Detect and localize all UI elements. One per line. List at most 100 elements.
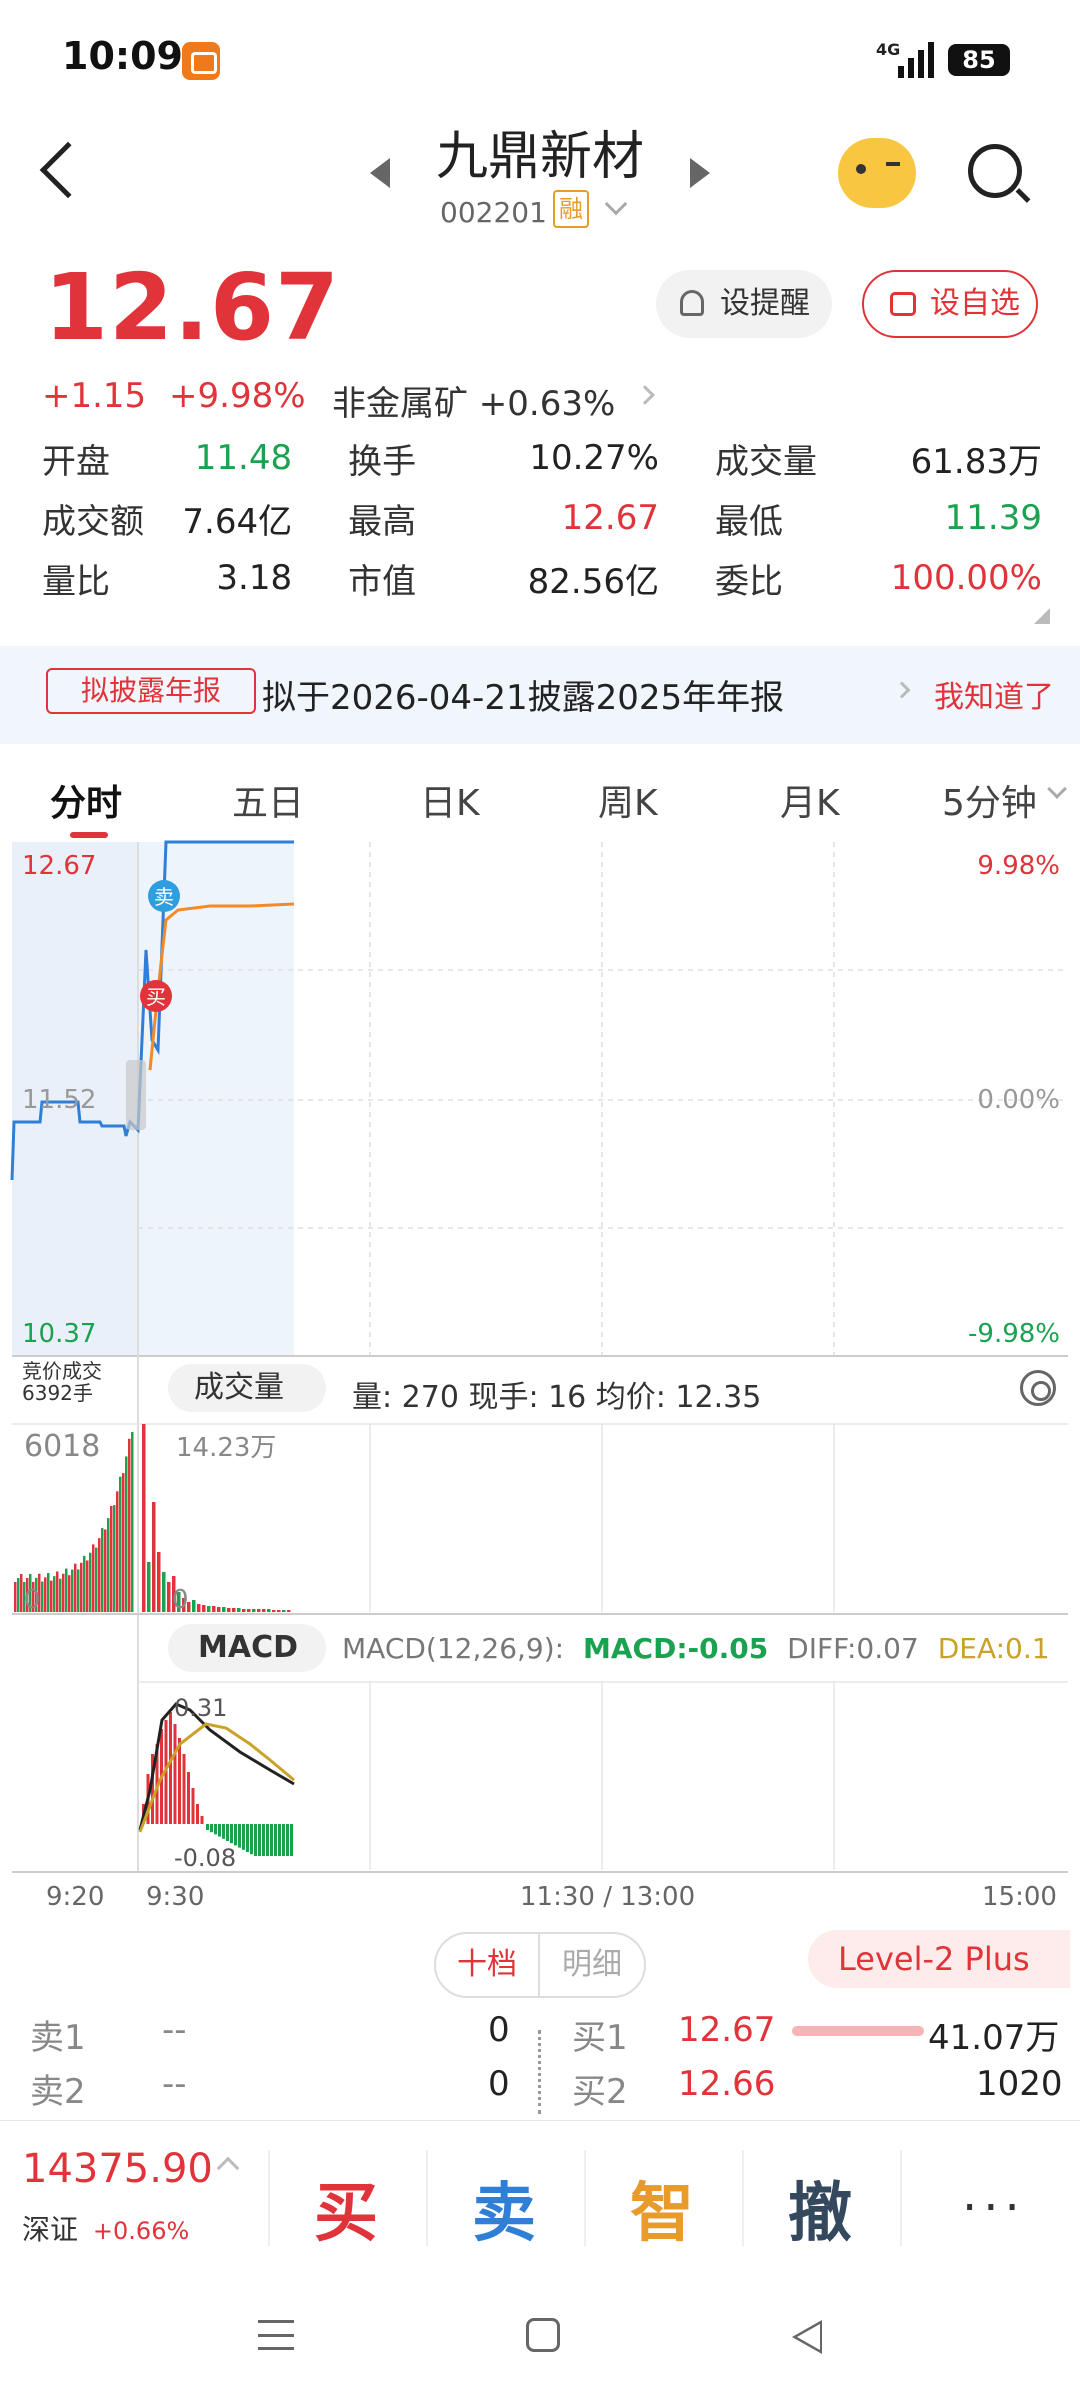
ask2-price: --	[162, 2064, 187, 2104]
auction-label: 竞价成交	[22, 1359, 102, 1383]
stat-value: 61.83万	[910, 441, 1042, 482]
tab-weekly-k[interactable]: 周K	[598, 774, 658, 826]
trade-separator	[268, 2150, 270, 2246]
margin-badge: 融	[553, 190, 589, 228]
notice-dismiss-button[interactable]: 我知道了	[934, 672, 1054, 716]
menu-icon[interactable]	[258, 2320, 294, 2350]
volume-bar	[101, 1528, 104, 1612]
smart-button[interactable]: 智	[630, 2162, 694, 2254]
volume-bar	[237, 1608, 241, 1612]
tab-daily-k[interactable]: 日K	[420, 774, 480, 826]
volume-bar	[95, 1547, 98, 1612]
volume-bar	[212, 1606, 216, 1612]
current-price: 12.67	[44, 254, 341, 361]
back-icon[interactable]	[792, 2320, 822, 2354]
home-icon[interactable]	[526, 2318, 560, 2352]
volume-bar	[157, 1552, 161, 1612]
mascot-icon[interactable]	[838, 138, 916, 208]
volume-bar	[272, 1610, 276, 1612]
pct-axis-mid: 0.00%	[977, 1085, 1060, 1115]
volume-bar	[62, 1573, 65, 1612]
volume-bar	[125, 1456, 128, 1612]
volume-bar	[77, 1569, 80, 1612]
volume-info: 量: 270 现手: 16 均价: 12.35	[352, 1380, 762, 1415]
stat-value: 11.48	[194, 438, 293, 478]
volume-bar	[14, 1582, 17, 1612]
level2-label: Level-2 Plus	[838, 1940, 1030, 1978]
drag-handle[interactable]	[126, 1060, 146, 1130]
macd-bar	[254, 1824, 257, 1856]
tab-ten-levels[interactable]: 十档	[436, 1934, 540, 1996]
tab-monthly-k[interactable]: 月K	[780, 774, 840, 826]
volume-bar	[113, 1505, 116, 1612]
macd-bar	[178, 1738, 181, 1824]
price-axis-mid: 11.52	[22, 1085, 96, 1115]
stat-value: 100.00%	[890, 558, 1042, 598]
set-alert-button[interactable]: 设提醒	[656, 270, 832, 338]
level2-plus-button[interactable]: Level-2 Plus	[808, 1930, 1070, 1988]
prev-stock-icon[interactable]	[370, 158, 390, 188]
volume-bar	[282, 1610, 286, 1612]
volume-bar	[68, 1575, 71, 1612]
volume-bar	[107, 1518, 110, 1612]
volume-bar	[252, 1609, 256, 1612]
macd-indicator-select[interactable]: MACD	[168, 1624, 326, 1672]
volume-bar	[20, 1573, 23, 1612]
volume-bar	[142, 1424, 146, 1612]
volume-bar	[267, 1609, 271, 1612]
ask2-volume: 0	[488, 2064, 510, 2104]
volume-bar	[50, 1580, 53, 1612]
back-button[interactable]	[39, 141, 97, 199]
tab-details[interactable]: 明细	[540, 1934, 644, 1996]
tab-5min[interactable]: 5分钟	[942, 774, 1037, 826]
bid1-label: 买1	[572, 2018, 628, 2058]
watchlist-icon	[890, 292, 916, 316]
macd-bar	[169, 1712, 172, 1824]
volume-bar	[147, 1562, 151, 1612]
settings-icon[interactable]	[1020, 1370, 1056, 1406]
chevron-down-icon[interactable]	[604, 192, 628, 216]
macd-bar	[282, 1824, 285, 1856]
stat-label: 成交额	[42, 501, 144, 542]
trade-bar	[0, 2120, 1080, 2278]
auction-volume-label: 竞价成交 6392手	[22, 1360, 102, 1404]
volume-bar	[192, 1600, 196, 1612]
index-value[interactable]: 14375.90	[22, 2146, 213, 2192]
expand-corner-icon[interactable]	[1034, 608, 1050, 624]
dea-line	[138, 1722, 295, 1833]
sell-button[interactable]: 卖	[472, 2162, 536, 2254]
volume-indicator-label: 成交量	[194, 1370, 284, 1405]
buy-button[interactable]: 买	[314, 2162, 378, 2254]
trade-separator	[584, 2150, 586, 2246]
stat-label: 成交量	[715, 441, 817, 482]
next-stock-icon[interactable]	[690, 158, 710, 188]
status-bar: 10:09 4G 85	[0, 0, 1080, 120]
stat-value: 11.39	[944, 498, 1042, 538]
add-watchlist-button[interactable]: 设自选	[862, 270, 1038, 338]
volume-indicator-select[interactable]: 成交量	[168, 1364, 326, 1412]
volume-bar	[242, 1609, 246, 1612]
macd-bar	[286, 1824, 289, 1856]
volume-bar	[44, 1577, 47, 1612]
macd-bar	[258, 1824, 261, 1856]
volume-bar	[53, 1576, 56, 1612]
search-icon[interactable]	[968, 144, 1022, 198]
cancel-order-button[interactable]: 撤	[788, 2162, 852, 2254]
change-value: +1.15	[42, 376, 147, 416]
macd-bar	[238, 1824, 241, 1848]
stat-label: 最高	[348, 501, 417, 542]
more-button[interactable]: ···	[962, 2180, 1026, 2236]
change-percent: +9.98%	[169, 376, 306, 416]
macd-bar	[218, 1824, 221, 1837]
macd-bar	[246, 1824, 249, 1852]
bid2-volume: 1020	[976, 2064, 1063, 2104]
tab-intraday[interactable]: 分时	[50, 774, 122, 826]
sector-link[interactable]: 非金属矿 +0.63%	[332, 376, 655, 425]
vol-zero: 0	[172, 1585, 189, 1615]
stat-value: 10.27%	[529, 438, 659, 478]
trade-separator	[900, 2150, 902, 2246]
volume-bar	[152, 1502, 156, 1612]
tab-5day[interactable]: 五日	[232, 774, 304, 826]
bid1-price: 12.67	[678, 2010, 776, 2050]
orderbook-divider	[538, 2030, 541, 2114]
